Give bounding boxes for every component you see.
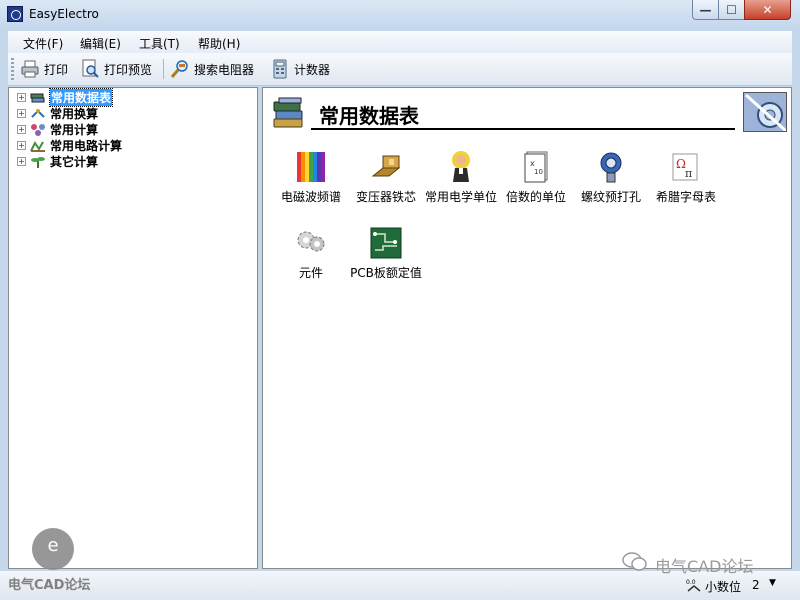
item-transformer-core[interactable]: 变压器铁芯: [346, 150, 426, 204]
menu-bar: 文件(F) 编辑(E) 工具(T) 帮助(H): [8, 31, 792, 53]
screw-thread-icon: [600, 152, 622, 183]
navigation-tree[interactable]: + 常用数据表 + 常用换算 + 常用计算 + 常用电路计算 + 其它计算: [8, 87, 258, 569]
item-components[interactable]: 元件: [271, 226, 351, 280]
plant-icon: [31, 156, 45, 168]
transformer-core-icon: [371, 155, 401, 177]
menu-help[interactable]: 帮助(H): [198, 35, 240, 52]
item-label: 元件: [298, 266, 323, 280]
title-bar[interactable]: EasyElectro — ☐ ✕: [0, 0, 800, 30]
app-logo-icon: [7, 6, 23, 22]
item-label: 变压器铁芯: [355, 190, 416, 204]
maximize-icon: ☐: [726, 2, 737, 17]
item-greek-alphabet[interactable]: Ω π 希腊字母表: [646, 150, 726, 204]
decimal-places-value[interactable]: 2: [752, 578, 760, 592]
print-preview-icon: [82, 59, 99, 78]
svg-text:x: x: [530, 159, 535, 168]
greek-letters-icon: Ω π: [672, 153, 698, 181]
print-preview-button[interactable]: 打印预览: [80, 57, 152, 81]
chevron-down-icon[interactable]: ▼: [769, 578, 776, 588]
watermark-text-right: 电气CAD论坛: [655, 557, 754, 576]
expand-icon[interactable]: +: [17, 141, 26, 150]
spectrum-icon: [297, 152, 325, 182]
item-label: 常用电学单位: [424, 190, 497, 204]
item-label: 电磁波频谱: [280, 190, 341, 204]
item-pcb-ratings[interactable]: PCB板额定值: [346, 226, 426, 280]
window-title: EasyElectro: [29, 7, 99, 21]
search-resistor-label: 搜索电阻器: [194, 62, 255, 77]
maximize-button[interactable]: ☐: [718, 0, 745, 20]
toolbar-grip[interactable]: [11, 58, 14, 80]
print-button[interactable]: 打印: [20, 57, 68, 81]
calculator-icon: [273, 59, 287, 79]
item-label: 倍数的单位: [505, 190, 566, 204]
expand-icon[interactable]: +: [17, 125, 26, 134]
svg-text:10: 10: [534, 168, 543, 176]
print-label: 打印: [44, 62, 69, 77]
decimal-places-icon: 0.0: [686, 579, 701, 592]
item-multiple-units[interactable]: x 10 倍数的单位: [496, 150, 576, 204]
gear-decoration-icon: [744, 93, 786, 131]
watermark-logo: e: [32, 528, 74, 570]
title-underline: [311, 128, 735, 130]
printer-icon: [21, 60, 39, 78]
components-icon: [297, 231, 325, 252]
calculator-button[interactable]: 计数器: [270, 57, 330, 81]
tree-label: 常用计算: [50, 123, 99, 137]
tree-item-common-calculations[interactable]: + 常用计算: [17, 122, 98, 137]
books-icon: [273, 97, 303, 128]
app-window: EasyElectro — ☐ ✕ 文件(F) 编辑(E) 工具(T) 帮助(H…: [0, 0, 800, 600]
resistor-search-icon: [170, 60, 188, 78]
tree-label: 常用数据表: [48, 88, 114, 107]
content-panel: 常用数据表 电磁波频谱 变压器铁芯 常用电学单位 x 10 倍数的单位 螺纹预打…: [262, 87, 792, 569]
svg-text:π: π: [685, 167, 692, 180]
expand-icon[interactable]: +: [17, 93, 26, 102]
item-label: 螺纹预打孔: [580, 190, 641, 204]
tree-label: 常用换算: [50, 107, 99, 121]
menu-file[interactable]: 文件(F): [23, 35, 63, 52]
pcb-icon: [370, 227, 402, 259]
tree-item-common-data-tables[interactable]: + 常用数据表: [17, 88, 114, 107]
conversion-icon: [31, 108, 45, 118]
menu-tools[interactable]: 工具(T): [139, 35, 180, 52]
minimize-icon: —: [699, 2, 712, 17]
tree-item-other-calculations[interactable]: + 其它计算: [17, 154, 98, 169]
item-em-spectrum[interactable]: 电磁波频谱: [271, 150, 351, 204]
tree-label: 其它计算: [50, 155, 99, 169]
expand-icon[interactable]: +: [17, 109, 26, 118]
decorative-corner-image: [743, 92, 787, 132]
close-icon: ✕: [762, 2, 773, 17]
item-thread-tap-drill[interactable]: 螺纹预打孔: [571, 150, 651, 204]
molecules-icon: [31, 123, 45, 136]
wechat-icon: [622, 552, 647, 571]
tree-label: 常用电路计算: [50, 139, 123, 153]
item-label: PCB板额定值: [350, 266, 422, 280]
item-label: 希腊字母表: [655, 190, 716, 204]
watermark-text-left: 电气CAD论坛: [8, 578, 91, 593]
circuit-icon: [30, 140, 45, 152]
toolbar: 打印 打印预览 搜索电阻器 计数器: [8, 53, 792, 86]
minimize-button[interactable]: —: [692, 0, 719, 20]
expand-icon[interactable]: +: [17, 157, 26, 166]
tree-item-common-circuit-calculations[interactable]: + 常用电路计算: [17, 138, 122, 153]
item-electrical-units[interactable]: 常用电学单位: [421, 150, 501, 204]
svg-text:0.0: 0.0: [686, 579, 696, 586]
tree-item-common-conversions[interactable]: + 常用换算: [17, 106, 98, 121]
search-resistor-button[interactable]: 搜索电阻器: [170, 57, 254, 81]
books-icon: [30, 93, 45, 102]
content-title: 常用数据表: [319, 104, 419, 128]
scientist-icon: [452, 151, 470, 182]
decimal-places-label: 小数位: [705, 580, 742, 594]
print-preview-label: 打印预览: [104, 62, 153, 77]
calculator-label: 计数器: [294, 62, 331, 77]
toolbar-separator: [163, 59, 164, 79]
close-button[interactable]: ✕: [744, 0, 791, 20]
document-units-icon: x 10: [524, 151, 548, 183]
menu-edit[interactable]: 编辑(E): [80, 35, 121, 52]
